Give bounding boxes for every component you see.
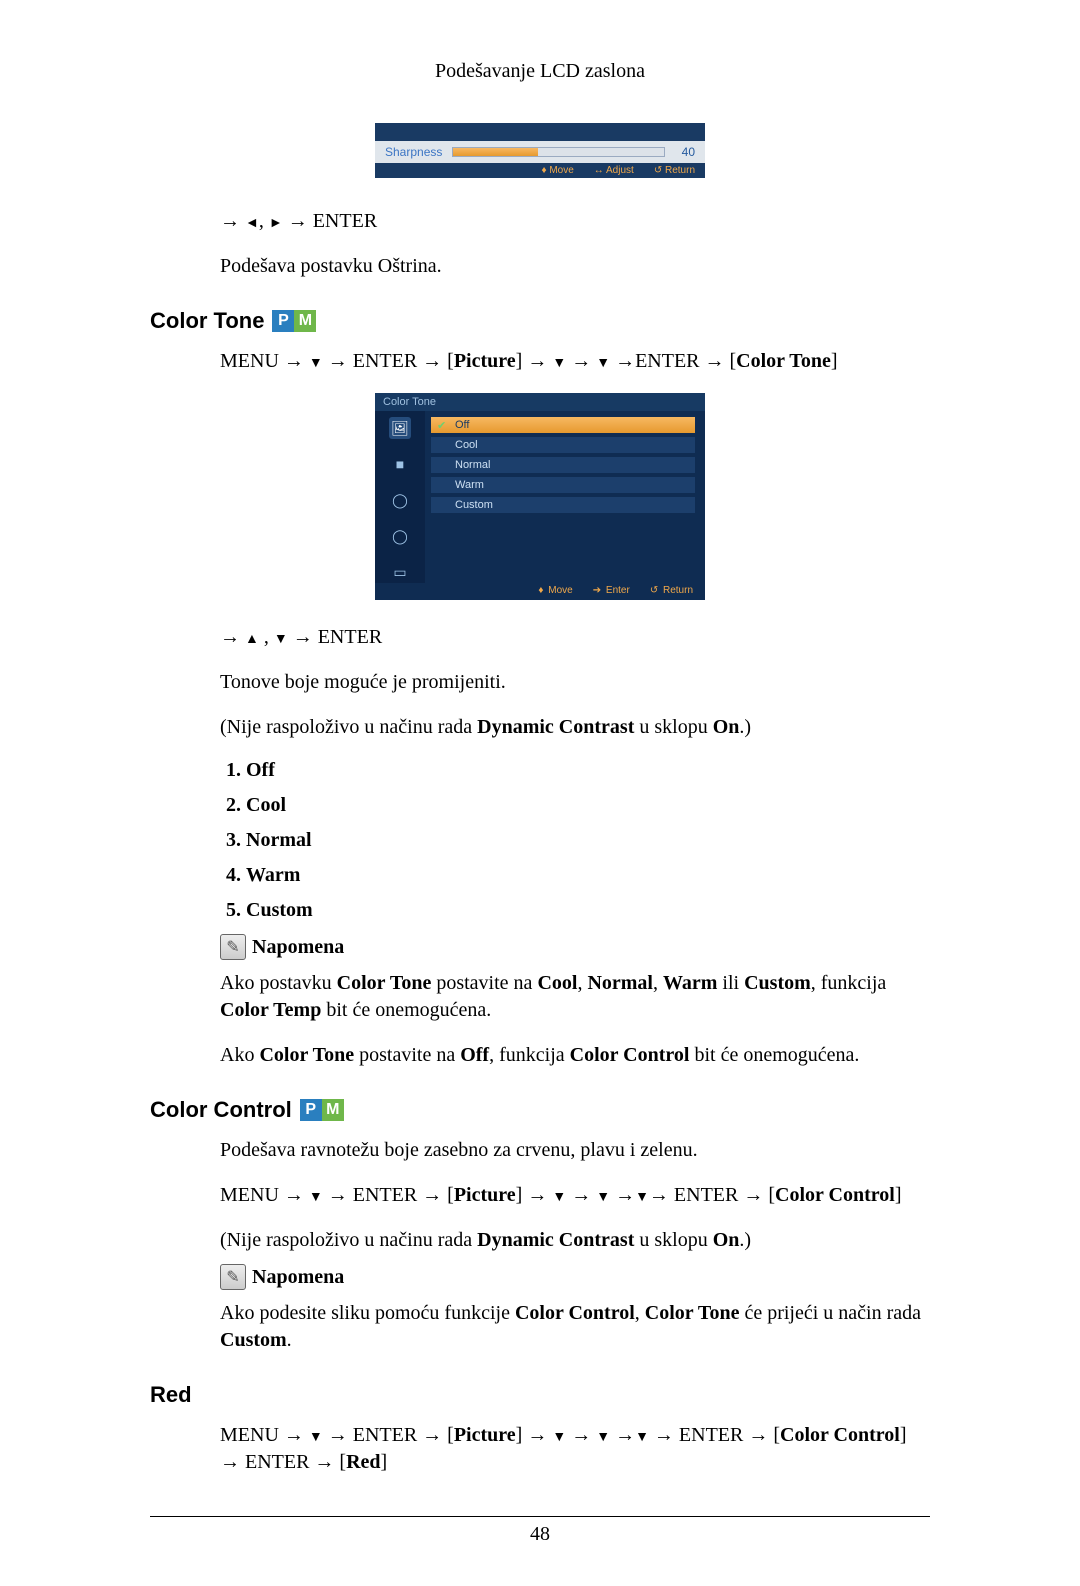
osd-item-cool: Cool <box>431 437 695 453</box>
osd-item-off: ✔Off <box>431 417 695 433</box>
osd-colortone-sidebar: 🖼 ■ ◯ ◯ ▭ <box>375 411 425 583</box>
osd-sharpness-row: Sharpness 40 <box>375 141 705 163</box>
osd-sharpness-label: Sharpness <box>385 145 442 159</box>
osd-return-label: ↺ Return <box>650 585 695 596</box>
page: Podešavanje LCD zaslona Sharpness 40 ♦ M… <box>0 0 1080 1586</box>
down-arrow-icon <box>596 1430 610 1445</box>
check-icon: ✔ <box>437 419 446 432</box>
sharpness-desc: Podešava postavku Oštrina. <box>220 253 930 280</box>
osd-sharpness-value: 40 <box>675 145 695 159</box>
badge-p-icon: P <box>272 310 294 332</box>
red-path: MENU → → ENTER → [Picture] → → → → ENTER… <box>220 1422 930 1476</box>
osd-enter-label: ➔ Enter <box>593 585 632 596</box>
down-arrow-icon <box>309 1430 323 1445</box>
up-arrow-icon <box>245 632 259 647</box>
osd-item-normal: Normal <box>431 457 695 473</box>
red-heading: Red <box>150 1382 930 1408</box>
color-tone-heading: Color Tone P M <box>150 308 930 334</box>
cc-path: MENU → → ENTER → [Picture] → → →→ ENTER … <box>220 1182 930 1209</box>
list-item: Off <box>246 759 930 782</box>
napomena-label: Napomena <box>252 1266 344 1289</box>
left-arrow-icon <box>245 216 259 231</box>
cc-desc: Podešava ravnotežu boje zasebno za crven… <box>220 1137 930 1164</box>
osd-side-picture-icon: 🖼 <box>389 417 411 439</box>
osd-return-label: ↺ Return <box>654 165 695 176</box>
badge-m-icon: M <box>294 310 316 332</box>
red-block: MENU → → ENTER → [Picture] → → → → ENTER… <box>220 1422 930 1476</box>
down-arrow-icon <box>635 1190 649 1205</box>
cc-dc-note: (Nije raspoloživo u načinu rada Dynamic … <box>220 1227 930 1254</box>
osd-sharpness-footer: ♦ Move ↔ Adjust ↺ Return <box>375 163 705 178</box>
pm-badge-icon: P M <box>300 1099 344 1121</box>
note-icon: ✎ <box>220 1264 246 1290</box>
down-arrow-icon <box>596 356 610 371</box>
down-arrow-icon <box>552 1430 566 1445</box>
down-arrow-icon <box>309 356 323 371</box>
ct-napomena-1: Ako postavku Color Tone postavite na Coo… <box>220 970 930 1024</box>
ct-nav: → , → ENTER <box>220 624 930 651</box>
ct-napomena-2: Ako Color Tone postavite na Off, funkcij… <box>220 1042 930 1069</box>
color-tone-block: MENU → → ENTER → [Picture] → → →ENTER → … <box>220 348 930 375</box>
osd-item-custom: Custom <box>431 497 695 513</box>
osd-side-loop1-icon: ◯ <box>389 489 411 511</box>
osd-item-warm: Warm <box>431 477 695 493</box>
footer-rule <box>150 1516 930 1517</box>
osd-side-source-icon: ■ <box>389 453 411 475</box>
osd-sharpness-top <box>375 123 705 141</box>
osd-move-label: ♦ Move <box>538 585 574 596</box>
note-icon: ✎ <box>220 934 246 960</box>
osd-side-loop2-icon: ◯ <box>389 525 411 547</box>
osd-side-book-icon: ▭ <box>389 561 411 583</box>
ct-dc-note: (Nije raspoloživo u načinu rada Dynamic … <box>220 714 930 741</box>
list-item: Cool <box>246 794 930 817</box>
pm-badge-icon: P M <box>272 310 316 332</box>
osd-colortone-panel: Color Tone 🖼 ■ ◯ ◯ ▭ ✔Off Cool Normal Wa… <box>375 393 705 600</box>
down-arrow-icon <box>274 632 288 647</box>
osd-sharpness-bar-fill <box>453 148 537 156</box>
sharpness-block: → , → ENTER Podešava postavku Oštrina. <box>220 208 930 280</box>
ct-napomena-row: ✎ Napomena <box>220 934 930 960</box>
color-tone-path: MENU → → ENTER → [Picture] → → →ENTER → … <box>220 348 930 375</box>
color-tone-body-block: → , → ENTER Tonove boje moguće je promij… <box>220 624 930 1069</box>
page-number: 48 <box>150 1523 930 1546</box>
down-arrow-icon <box>596 1190 610 1205</box>
ct-desc: Tonove boje moguće je promijeniti. <box>220 669 930 696</box>
osd-colortone-list: ✔Off Cool Normal Warm Custom <box>425 411 705 583</box>
list-item: Warm <box>246 864 930 887</box>
osd-colortone-body: 🖼 ■ ◯ ◯ ▭ ✔Off Cool Normal Warm Custom <box>375 411 705 583</box>
osd-colortone-footer: ♦ Move ➔ Enter ↺ Return <box>375 583 705 600</box>
osd-sharpness-panel: Sharpness 40 ♦ Move ↔ Adjust ↺ Return <box>375 123 705 178</box>
osd-move-label: ♦ Move <box>541 165 573 176</box>
page-header: Podešavanje LCD zaslona <box>150 60 930 83</box>
right-arrow-icon <box>269 216 283 231</box>
down-arrow-icon <box>552 356 566 371</box>
napomena-label: Napomena <box>252 936 344 959</box>
list-item: Custom <box>246 899 930 922</box>
down-arrow-icon <box>552 1190 566 1205</box>
cc-napomena-text: Ako podesite sliku pomoću funkcije Color… <box>220 1300 930 1354</box>
down-arrow-icon <box>635 1430 649 1445</box>
ct-options-list: Off Cool Normal Warm Custom <box>220 759 930 922</box>
sharpness-nav: → , → ENTER <box>220 208 930 235</box>
color-control-block: Podešava ravnotežu boje zasebno za crven… <box>220 1137 930 1354</box>
down-arrow-icon <box>309 1190 323 1205</box>
cc-napomena-row: ✎ Napomena <box>220 1264 930 1290</box>
osd-adjust-label: ↔ Adjust <box>594 165 634 176</box>
osd-colortone-title: Color Tone <box>375 393 705 411</box>
osd-sharpness-bar <box>452 147 665 157</box>
color-control-heading: Color Control P M <box>150 1097 930 1123</box>
list-item: Normal <box>246 829 930 852</box>
badge-m-icon: M <box>322 1099 344 1121</box>
badge-p-icon: P <box>300 1099 322 1121</box>
